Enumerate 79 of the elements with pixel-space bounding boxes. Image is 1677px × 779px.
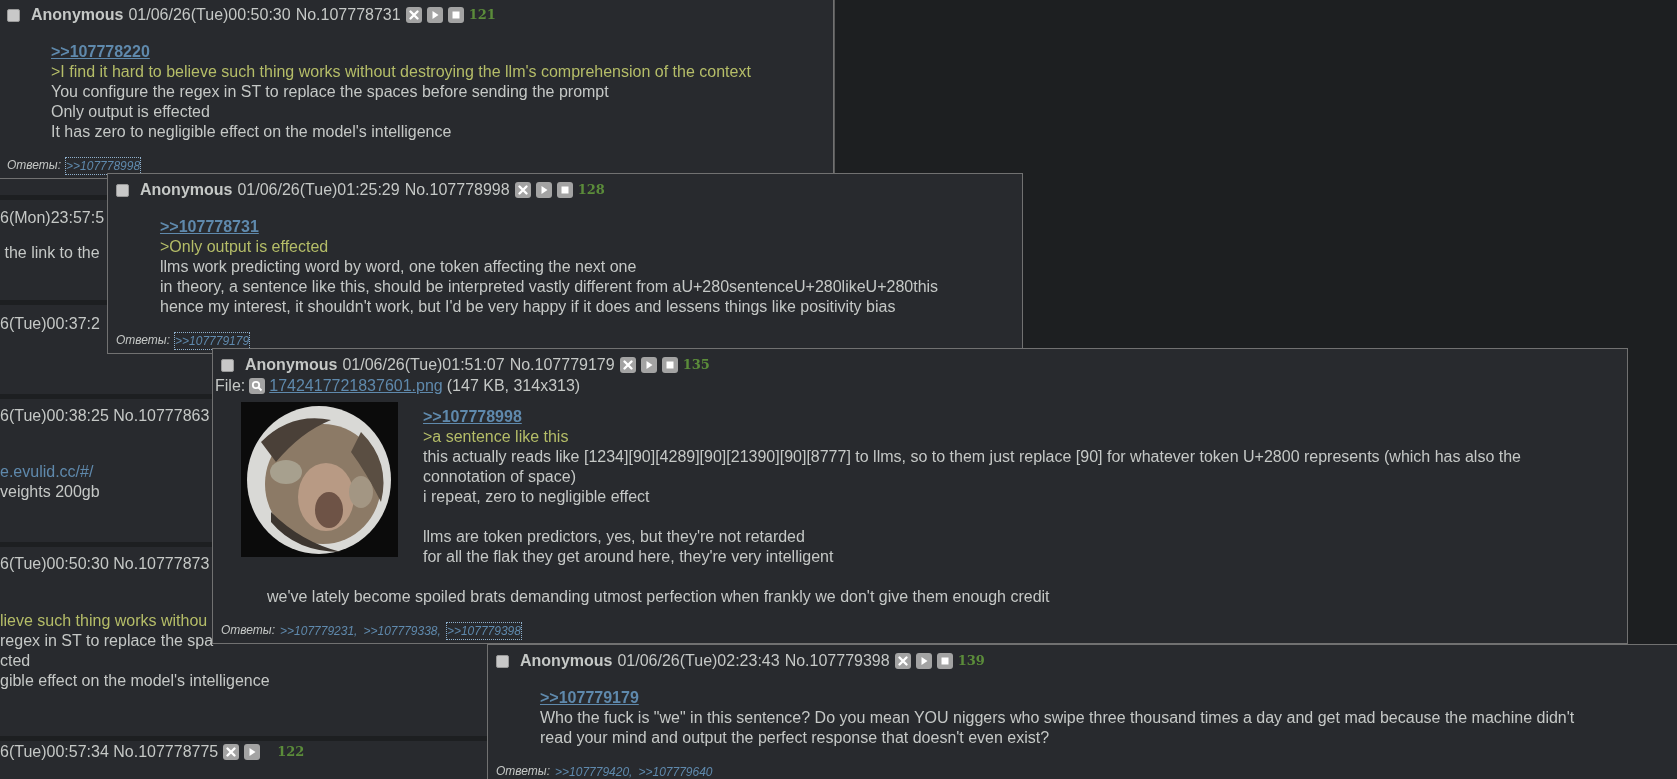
file-link[interactable]: 1742417721837601.png — [269, 375, 443, 396]
poster-name: Anonymous — [140, 180, 233, 200]
close-icon[interactable] — [514, 182, 531, 198]
reply-count: 139 — [957, 652, 985, 670]
file-info: (147 KB, 314x313) — [446, 375, 581, 396]
reply-count: 121 — [468, 6, 496, 24]
post-text: gible effect on the model's intelligence — [0, 672, 270, 689]
greentext-line: >a sentence like this — [423, 428, 569, 445]
post-text: Only output is effected — [51, 103, 210, 120]
poster-name: Anonymous — [520, 651, 613, 671]
poster-name: Anonymous — [245, 355, 338, 375]
stop-icon[interactable] — [556, 182, 573, 198]
reply-link[interactable]: >>107779640 — [637, 763, 714, 779]
replies-label: Ответы: — [116, 332, 171, 349]
replies-label: Ответы: — [221, 622, 276, 639]
greentext-line: >Only output is effected — [160, 238, 329, 255]
play-icon[interactable] — [535, 182, 552, 198]
post-text: for all the flak they get around here, they're very intelligent — [423, 548, 834, 565]
post-datetime: 01/06/26(Tue)01:51:07 — [342, 355, 505, 375]
replies-label: Ответы: — [7, 157, 62, 174]
post-text: in theory, a sentence like this, should be interpreted vastly different from aU+280sentenceU+280likeU+280this — [160, 278, 939, 295]
reply-link[interactable]: >>107779231, — [279, 622, 359, 640]
post-datetime: 01/06/26(Tue)02:23:43 — [617, 651, 780, 671]
play-icon[interactable] — [426, 7, 443, 23]
close-icon[interactable] — [894, 653, 911, 669]
post-text: regex in ST to replace the spa — [0, 632, 214, 649]
post-header-text: 6(Tue)00:38:25 No.10777863 — [0, 406, 210, 426]
post-datetime: 01/06/26(Tue)01:25:29 — [237, 180, 400, 200]
replies-label: Ответы: — [496, 763, 551, 779]
reply-link[interactable]: >>107779398 — [445, 622, 522, 640]
file-label: File: — [215, 375, 246, 396]
play-icon[interactable] — [244, 744, 261, 760]
reply-link[interactable]: >>107779338, — [362, 622, 442, 640]
greentext-line: >I find it hard to believe such thing works without destroying the llm's comprehension of the context — [51, 63, 751, 80]
post-datetime: 01/06/26(Tue)00:50:30 — [128, 5, 291, 25]
checkbox[interactable] — [7, 8, 20, 22]
post-text: hence my interest, it shouldn't work, but I'd be very happy if it does and lessens things like positivity bias — [160, 298, 896, 315]
reply-link[interactable]: >>107779420, — [554, 763, 634, 779]
close-icon[interactable] — [619, 357, 636, 373]
post-text: llms are token predictors, yes, but they're not retarded — [423, 528, 805, 545]
quote-link[interactable]: >>107779179 — [540, 689, 639, 706]
post-text: we've lately become spoiled brats demanding utmost perfection when frankly we don't give them enough credit — [267, 588, 1050, 605]
quote-link[interactable]: >>107778731 — [160, 218, 259, 235]
search-icon[interactable] — [249, 377, 266, 394]
play-icon[interactable] — [915, 653, 932, 669]
play-icon[interactable] — [640, 357, 657, 373]
checkbox[interactable] — [116, 183, 129, 197]
poster-name: Anonymous — [31, 5, 124, 25]
quote-link[interactable]: >>107778220 — [51, 43, 150, 60]
post-header-text: 6(Tue)00:50:30 No.10777873 — [0, 554, 210, 574]
post-text: llms work predicting word by word, one token affecting the next one — [160, 258, 637, 275]
checkbox[interactable] — [496, 654, 509, 668]
post-number[interactable]: No.107778998 — [404, 180, 510, 200]
stop-icon[interactable] — [936, 653, 953, 669]
reply-count: 128 — [577, 181, 605, 199]
post-text: veights 200gb — [0, 483, 100, 500]
checkbox[interactable] — [221, 358, 234, 372]
post-text: this actually reads like [1234][90][4289][90][21390][90][8777] to llms, so to them just replace [90] for whatever token U+2800 represents (which has also the connotation of space) — [423, 448, 1521, 485]
post-number[interactable]: No.107779398 — [784, 651, 890, 671]
close-icon[interactable] — [223, 744, 240, 760]
quote-link[interactable]: >>107778998 — [423, 408, 522, 425]
post-number[interactable]: No.107779179 — [509, 355, 615, 375]
post-text: You configure the regex in ST to replace the spaces before sending the prompt — [51, 83, 609, 100]
post-header-text: 6(Tue)00:57:34 No.107778775 — [0, 742, 219, 762]
reply-count: 122 — [277, 743, 305, 761]
post-header-text: 6(Tue)00:37:2 — [0, 314, 100, 334]
reply-count: 135 — [682, 356, 710, 374]
post-number[interactable]: No.107778731 — [295, 5, 401, 25]
post-text: i repeat, zero to negligible effect — [423, 488, 650, 505]
url-link[interactable]: e.evulid.cc/#/ — [0, 463, 94, 480]
close-icon[interactable] — [405, 7, 422, 23]
post-text: Who the fuck is "we" in this sentence? Do you mean YOU niggers who swipe three thousand times a day and get mad because the machine didn't read your mind and output the perfect response that doesn't even exist? — [540, 709, 1575, 746]
post-header-text: 6(Mon)23:57:5 — [0, 208, 105, 228]
post-text: It has zero to negligible effect on the model's intelligence — [51, 123, 452, 140]
greentext-line: lieve such thing works withou — [0, 612, 208, 629]
stop-icon[interactable] — [661, 357, 678, 373]
stop-icon[interactable] — [447, 7, 464, 23]
post-text: the link to the — [3, 244, 100, 261]
post-text: cted — [0, 652, 31, 669]
